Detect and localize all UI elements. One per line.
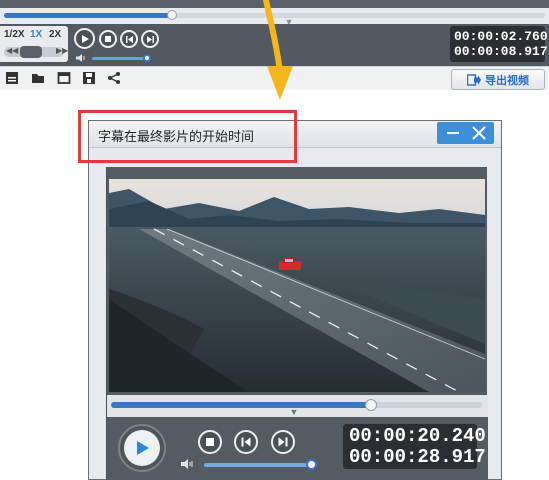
clip-icon[interactable] <box>57 71 71 85</box>
share-icon[interactable] <box>107 71 121 85</box>
subtitle-start-time-dialog: 字幕在最终影片的开始时间 ▼ 00:00:20.240 00:00:28.917 <box>88 120 502 480</box>
dialog-progress-fill <box>111 402 371 408</box>
export-icon <box>467 73 481 86</box>
curved-arrow-icon <box>263 0 293 100</box>
top-time-total: 00:00:08.917 <box>454 44 548 59</box>
speed-option-2x[interactable]: 2X <box>49 29 61 40</box>
dialog-volume-knob[interactable] <box>306 459 317 470</box>
save-icon[interactable] <box>82 71 96 85</box>
top-stop-button[interactable] <box>99 30 117 48</box>
fast-forward-icon[interactable]: ▶▶ <box>56 46 68 55</box>
screenshot-stage: ▼ 1/2X 1X 2X ◀◀ ▶▶ 00:00:02.760 00:00:08… <box>0 0 549 480</box>
top-progress-fill <box>4 13 172 18</box>
dialog-volume-slider[interactable] <box>204 463 312 467</box>
prev-frame-icon <box>125 35 133 43</box>
window-controls <box>437 122 494 144</box>
video-preview[interactable] <box>109 179 485 392</box>
close-icon[interactable] <box>469 125 489 141</box>
dialog-progress-area: ▼ <box>107 395 488 417</box>
dialog-time-total: 00:00:28.917 <box>349 446 486 468</box>
speed-selector[interactable]: 1/2X 1X 2X ◀◀ ▶▶ <box>0 26 68 62</box>
play-icon <box>137 441 149 455</box>
dialog-control-bar: 00:00:20.240 00:00:28.917 <box>107 417 488 480</box>
speed-slider-thumb[interactable] <box>20 46 42 58</box>
dialog-player: ▼ 00:00:20.240 00:00:28.917 <box>106 167 488 480</box>
play-button-face <box>124 430 160 466</box>
top-volume-slider[interactable] <box>92 57 148 60</box>
dialog-time-display: 00:00:20.240 00:00:28.917 <box>343 424 486 469</box>
next-frame-icon <box>146 35 154 43</box>
top-time-current: 00:00:02.760 <box>454 29 548 44</box>
minimize-icon[interactable] <box>443 125 463 141</box>
volume-icon[interactable] <box>76 54 86 62</box>
dialog-next-frame-button[interactable] <box>271 430 295 454</box>
top-volume-knob[interactable] <box>143 54 151 62</box>
top-next-frame-button[interactable] <box>141 30 159 48</box>
dialog-prev-frame-button[interactable] <box>234 430 258 454</box>
open-folder-icon[interactable] <box>31 71 45 85</box>
stop-icon <box>206 438 214 446</box>
export-video-label: 导出视频 <box>485 74 529 87</box>
chevron-down-icon[interactable]: ▼ <box>287 407 301 417</box>
export-video-button[interactable]: 导出视频 <box>451 69 545 90</box>
dialog-progress-knob[interactable] <box>364 399 377 411</box>
prev-frame-icon <box>241 437 251 447</box>
play-icon <box>81 34 89 43</box>
top-play-button[interactable] <box>74 28 95 49</box>
next-frame-icon <box>278 437 288 447</box>
stop-icon <box>105 36 111 42</box>
dialog-time-current: 00:00:20.240 <box>349 425 486 447</box>
top-time-display: 00:00:02.760 00:00:08.917 <box>450 26 548 62</box>
dialog-stop-button[interactable] <box>198 430 222 454</box>
volume-icon[interactable] <box>181 459 193 469</box>
subtitle-icon[interactable] <box>5 71 19 85</box>
title-highlight-box <box>78 110 297 163</box>
rewind-icon[interactable]: ◀◀ <box>6 46 18 55</box>
speed-option-1x[interactable]: 1X <box>30 29 42 40</box>
top-prev-frame-button[interactable] <box>120 30 138 48</box>
speed-option-half[interactable]: 1/2X <box>4 29 25 40</box>
dialog-play-button[interactable] <box>118 424 166 472</box>
top-progress-knob[interactable] <box>166 10 177 20</box>
